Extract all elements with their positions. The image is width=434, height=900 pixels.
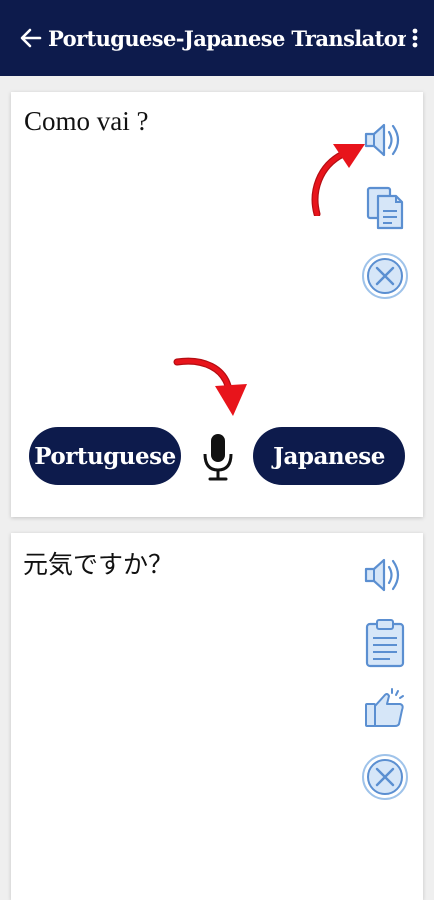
clear-icon [362,754,408,800]
annotation-arrow-icon [311,144,365,216]
target-like-button[interactable] [361,685,409,733]
target-language-button[interactable]: Japanese [253,427,405,485]
more-vertical-icon [412,28,418,48]
overflow-menu-button[interactable] [406,18,424,58]
speaker-icon [364,123,400,157]
target-speak-button[interactable] [361,551,409,599]
microphone-button[interactable] [192,429,244,485]
arrow-left-icon [20,28,42,48]
app-bar: Portuguese-Japanese Translator [0,0,434,76]
page-title: Portuguese-Japanese Translator [48,25,406,51]
clear-icon [362,253,408,299]
source-text[interactable]: Como vai ? [24,106,148,137]
source-language-button[interactable]: Portuguese [29,427,181,485]
speaker-icon [364,558,400,592]
microphone-icon [203,434,233,481]
target-clipboard-button[interactable] [361,619,409,668]
clipboard-icon [365,619,405,668]
source-card: Como vai ? Portuguese Japanese [11,92,423,517]
source-clear-button[interactable] [361,252,409,300]
copy-icon [366,186,404,230]
annotation-arrow-icon [173,357,247,416]
target-clear-button[interactable] [361,753,409,801]
like-icon [365,688,404,727]
back-button[interactable] [18,18,44,58]
target-card: 元気ですか？ [11,533,423,900]
translated-text[interactable]: 元気ですか？ [23,545,173,581]
source-copy-button[interactable] [361,184,409,232]
source-speak-button[interactable] [361,116,409,164]
